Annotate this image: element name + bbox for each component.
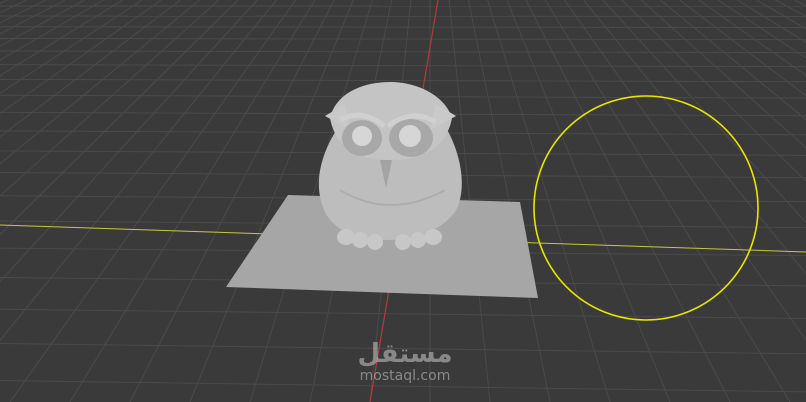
grid-line [0,50,806,54]
grid-line [0,0,258,283]
grid-line [9,0,297,402]
grid-line [487,0,611,402]
grid-line [0,0,220,197]
watermark-latin-text: mostaql.com [359,368,451,384]
watermark-arabic-text: مستقل [357,339,453,369]
grid-line [0,0,8,4]
grid-line [0,0,28,14]
grid-line [0,37,806,41]
grid-line [0,0,200,165]
grid-line [0,0,143,94]
mostaql-watermark: مستقل mostaql.com [340,340,470,384]
grid-line [0,0,124,77]
brush-radius-circle [533,95,759,321]
grid-line [794,0,806,7]
grid-line [69,0,316,402]
grid-line [0,0,277,342]
3d-viewport[interactable]: مستقل mostaql.com [0,0,806,402]
grid-line [0,0,104,61]
grid-line [0,0,47,24]
owl-mesh[interactable] [318,82,462,250]
grid-line [0,0,66,35]
grid-line [506,0,671,402]
grid-line [0,64,806,68]
grid-line [0,0,85,47]
grid-line [0,26,806,29]
